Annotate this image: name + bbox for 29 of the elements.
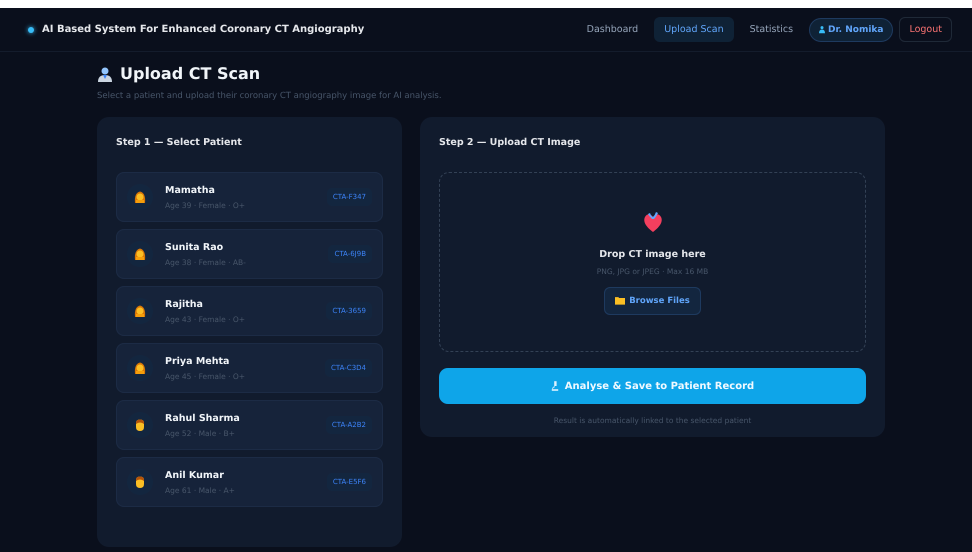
patient-name: Mamatha (165, 184, 216, 196)
woman-icon (133, 247, 147, 261)
nav-link[interactable]: Statistics (740, 17, 804, 42)
page-title: Upload CT Scan (120, 64, 260, 83)
user-badge[interactable]: Dr. Nomika (809, 18, 894, 42)
man-icon (133, 475, 147, 489)
page-subtitle: Select a patient and upload their coronary CT angiography image for AI analysis. (97, 91, 443, 101)
patient-name: Sunita Rao (165, 242, 224, 252)
folder-icon (615, 296, 626, 305)
patient-name: Anil Kumar (165, 470, 225, 480)
patient-name: Rahul Sharma (165, 412, 241, 424)
drop-title: Drop CT image here (599, 248, 706, 260)
woman-icon (133, 361, 147, 375)
nav-link[interactable]: Upload Scan (654, 17, 734, 42)
woman-icon (133, 190, 147, 204)
app-title: AI Based System For Enhanced Coronary CT Angiography (42, 24, 364, 35)
woman-icon (133, 304, 147, 318)
browse-files-button[interactable]: Browse Files (604, 286, 701, 314)
step-title: Step 1 — Select Patient (116, 137, 243, 148)
man-icon (133, 418, 147, 432)
nav-link[interactable]: Dashboard (576, 17, 648, 42)
step-title: Step 2 — Upload CT Image (439, 137, 582, 148)
doctor-icon (97, 66, 113, 82)
logout-button[interactable]: Logout (899, 17, 952, 42)
status-dot-icon (28, 26, 34, 32)
patient-name: Priya Mehta (165, 356, 230, 366)
patient-name: Rajitha (165, 298, 204, 310)
person-icon (819, 25, 826, 34)
microscope-icon (550, 381, 559, 391)
